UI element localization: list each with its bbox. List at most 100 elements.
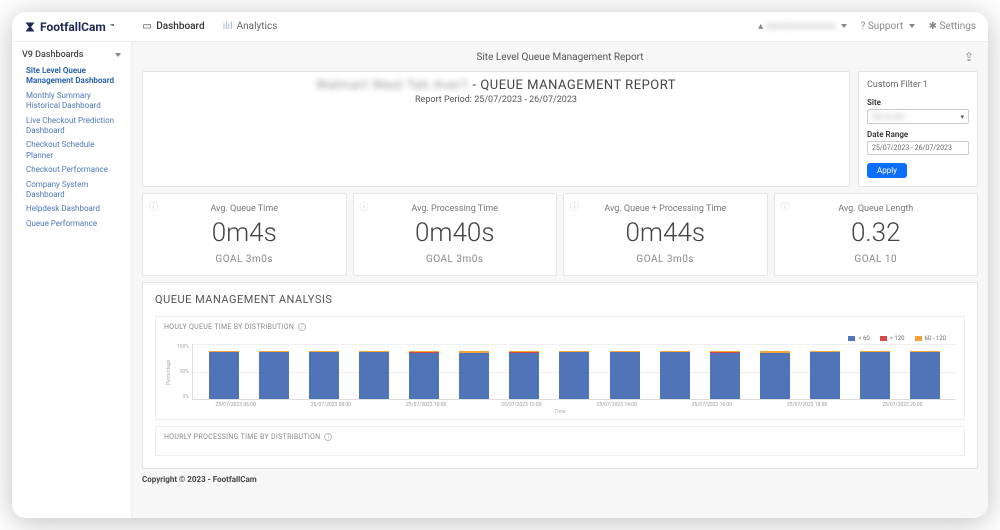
page-title: Site Level Queue Management Report: [476, 52, 643, 63]
support-link[interactable]: ? Support: [861, 21, 915, 32]
export-icon[interactable]: ⇪: [964, 50, 974, 64]
chart-hourly-queue-time: HOULY QUEUE TIME BY DISTRIBUTION i < 60 >…: [155, 316, 965, 420]
chart-bar: [610, 351, 640, 399]
report-period: Report Period: 25/07/2023 - 26/07/2023: [143, 95, 849, 105]
legend-item: < 60: [848, 335, 869, 342]
info-icon[interactable]: ⓘ: [360, 200, 369, 213]
sidebar-item[interactable]: Checkout Schedule Planner: [26, 140, 121, 161]
chart-x-axis-label: Time: [164, 409, 956, 415]
kpi-card: ⓘAvg. Queue Length 0.32 GOAL 10: [774, 193, 979, 276]
chart-hourly-processing-time: HOURLY PROCESSING TIME BY DISTRIBUTION i: [155, 426, 965, 456]
kpi-card: ⓘAvg. Queue + Processing Time0m44sGOAL 3…: [563, 193, 768, 276]
kpi-label: Avg. Queue Time: [149, 204, 340, 214]
sidebar-item[interactable]: Site Level Queue Management Dashboard: [26, 66, 121, 87]
user-name: xxxxxxxxxxxxxx: [766, 21, 835, 32]
kpi-goal: GOAL 3m0s: [149, 254, 340, 265]
kpi-value: 0m4s: [149, 218, 340, 248]
kpi-label: Avg. Queue Length: [781, 204, 972, 214]
info-icon[interactable]: ⓘ: [781, 200, 790, 213]
chart-bar: [860, 351, 890, 399]
settings-link[interactable]: ✱ Settings: [929, 21, 976, 32]
main-content: Site Level Queue Management Report ⇪ Wal…: [132, 42, 988, 518]
sidebar-item[interactable]: Helpdesk Dashboard: [26, 204, 121, 214]
kpi-goal: GOAL 3m0s: [360, 254, 551, 265]
nav-tab-label: Dashboard: [156, 21, 204, 32]
chevron-down-icon: [841, 24, 847, 28]
report-title: Walmart West Teh Aver1 - QUEUE MANAGEMEN…: [143, 78, 849, 93]
chevron-down-icon: [115, 53, 121, 57]
info-icon[interactable]: i: [324, 433, 332, 441]
chart-bar: [359, 351, 389, 399]
brand-logo: FootfallCam™: [24, 20, 114, 34]
chart-bar: [259, 351, 289, 399]
kpi-goal: GOAL 10: [781, 254, 972, 265]
x-tick: 25/07/2023 18:00: [779, 402, 835, 408]
legend-item: > 120: [880, 335, 905, 342]
analytics-icon: ılıl: [223, 22, 233, 32]
analysis-title: QUEUE MANAGEMENT ANALYSIS: [155, 293, 965, 306]
apply-button[interactable]: Apply: [867, 163, 907, 178]
sidebar-item[interactable]: Live Checkout Prediction Dashboard: [26, 116, 121, 137]
top-navbar: FootfallCam™ ▭ Dashboard ılıl Analytics …: [12, 12, 988, 42]
x-tick: 25/07/2023 12:00: [493, 402, 549, 408]
nav-tab-label: Analytics: [237, 21, 278, 32]
nav-tab-dashboard[interactable]: ▭ Dashboard: [142, 21, 204, 32]
site-select[interactable]: the la teri ▾: [867, 109, 969, 124]
x-tick: 25/07/2023 14:00: [589, 402, 645, 408]
brand-mark-icon: [24, 21, 36, 33]
chart-bar: [660, 351, 690, 399]
kpi-value: 0m40s: [360, 218, 551, 248]
sidebar-section-header[interactable]: V9 Dashboards: [22, 50, 121, 60]
page-header: Site Level Queue Management Report ⇪: [142, 48, 978, 67]
chart-y-axis-label: Percentage: [164, 344, 174, 400]
user-menu[interactable]: ▴ xxxxxxxxxxxxxx: [758, 21, 846, 32]
chart-bar: [910, 351, 940, 399]
filter-panel-title: Custom Filter 1: [867, 80, 969, 90]
chart-bar: [409, 351, 439, 399]
x-tick: 25/07/2023 10:00: [398, 402, 454, 408]
kpi-card: ⓘAvg. Processing Time 0m40s GOAL 3m0s: [353, 193, 558, 276]
chart-bar: [710, 351, 740, 399]
info-icon[interactable]: ⓘ: [570, 200, 579, 213]
chart-bar: [309, 351, 339, 399]
footer: Copyright © 2023 - FootfallCam: [142, 469, 978, 486]
sidebar-item[interactable]: Checkout Performance: [26, 165, 121, 175]
analysis-card: QUEUE MANAGEMENT ANALYSIS HOULY QUEUE TI…: [142, 282, 978, 469]
sidebar-item[interactable]: Queue Performance: [26, 219, 121, 229]
chart-bar: [459, 351, 489, 399]
chart-title: HOURLY PROCESSING TIME BY DISTRIBUTION: [164, 433, 320, 441]
chart-bar: [810, 351, 840, 399]
filter-date-label: Date Range: [867, 130, 969, 139]
help-icon: ?: [861, 21, 866, 32]
sidebar-item[interactable]: Company System Dashboard: [26, 180, 121, 201]
chevron-down-icon: [909, 24, 915, 28]
report-site-name: Walmart West Teh Aver1: [316, 78, 469, 93]
dashboard-icon: ▭: [142, 22, 152, 32]
chart-bar: [559, 351, 589, 399]
chart-bar: [760, 351, 790, 399]
y-tick: 100%: [177, 344, 189, 350]
x-tick: 25/07/2023 06:00: [208, 402, 264, 408]
x-tick: 25/07/2023 16:00: [684, 402, 740, 408]
info-icon[interactable]: ⓘ: [149, 200, 158, 213]
chart-bar: [209, 351, 239, 399]
legend-item: 60 - 120: [915, 335, 947, 342]
kpi-card: ⓘAvg. Queue Time 0m4s GOAL 3m0s: [142, 193, 347, 276]
sidebar-item[interactable]: Monthly Summary Historical Dashboard: [26, 91, 121, 112]
settings-label: Settings: [939, 21, 976, 32]
filter-panel: Custom Filter 1 Site the la teri ▾ Date …: [858, 71, 978, 187]
kpi-label: Avg. Queue + Processing Time: [570, 204, 761, 214]
chart-bar: [509, 351, 539, 399]
kpi-label: Avg. Processing Time: [360, 204, 551, 214]
kpi-value: 0m44s: [570, 218, 761, 248]
filter-site-label: Site: [867, 98, 969, 107]
kpi-value: 0.32: [781, 218, 972, 248]
sidebar: V9 Dashboards Site Level Queue Managemen…: [12, 42, 132, 518]
info-icon[interactable]: i: [298, 323, 306, 331]
support-label: Support: [868, 21, 903, 32]
date-range-input[interactable]: [867, 141, 969, 155]
x-tick: 25/07/2023 08:00: [303, 402, 359, 408]
chart-title: HOULY QUEUE TIME BY DISTRIBUTION: [164, 323, 294, 331]
x-tick: 25/07/2023 20:00: [874, 402, 930, 408]
nav-tab-analytics[interactable]: ılıl Analytics: [223, 21, 278, 32]
